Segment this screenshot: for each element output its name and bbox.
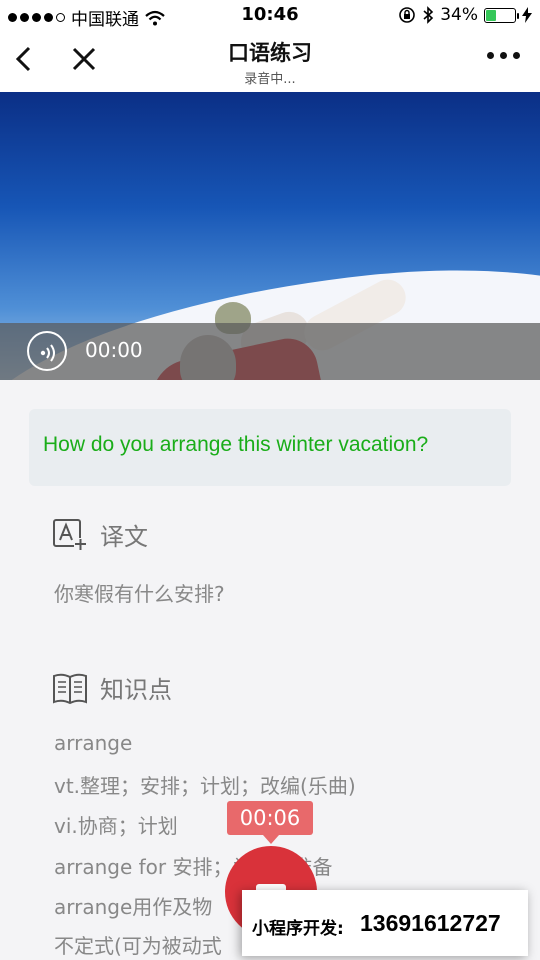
recording-timer-badge: 00:06: [227, 801, 313, 844]
translation-text: 你寒假有什么安排?: [54, 582, 225, 606]
page-title: 口语练习: [228, 41, 312, 65]
sentence-card: How do you arrange this winter vacation?: [29, 409, 511, 486]
knowledge-line: vt.整理；安排；计划；改编(乐曲): [54, 774, 356, 798]
knowledge-line: vi.协商；计划: [54, 814, 178, 838]
navigation-bar: 口语练习 录音中...: [0, 30, 540, 92]
sound-wave-icon: [40, 344, 55, 362]
knowledge-heading-row: 知识点: [52, 670, 172, 705]
status-bar: 中国联通 10:46 34%: [0, 0, 540, 30]
translation-heading-row: 译文: [52, 517, 148, 552]
knowledge-line: arrange用作及物: [54, 895, 213, 919]
translation-heading: 译文: [100, 523, 148, 551]
knowledge-heading: 知识点: [100, 676, 172, 704]
page-subtitle: 录音中...: [244, 72, 296, 87]
audio-time: 00:00: [85, 338, 143, 362]
status-right-group: 34%: [398, 5, 532, 25]
knowledge-line: arrange: [54, 731, 133, 755]
more-options-icon[interactable]: [487, 52, 520, 59]
battery-icon: [484, 7, 519, 23]
english-sentence: How do you arrange this winter vacation?: [43, 433, 429, 456]
translate-icon: [53, 518, 86, 550]
charging-icon: [522, 7, 532, 23]
promo-label: 小程序开发:: [252, 919, 344, 939]
play-audio-button[interactable]: [27, 331, 67, 371]
book-icon: [53, 673, 87, 704]
orientation-lock-icon: [399, 7, 416, 23]
knowledge-line: 不定式(可为被动式: [54, 934, 222, 958]
promo-banner: 小程序开发: 13691612727: [242, 890, 528, 956]
audio-player-bar: 00:00: [0, 323, 540, 380]
bluetooth-icon: [423, 6, 434, 24]
promo-phone: 13691612727: [360, 910, 501, 936]
battery-percent: 34%: [440, 5, 478, 25]
